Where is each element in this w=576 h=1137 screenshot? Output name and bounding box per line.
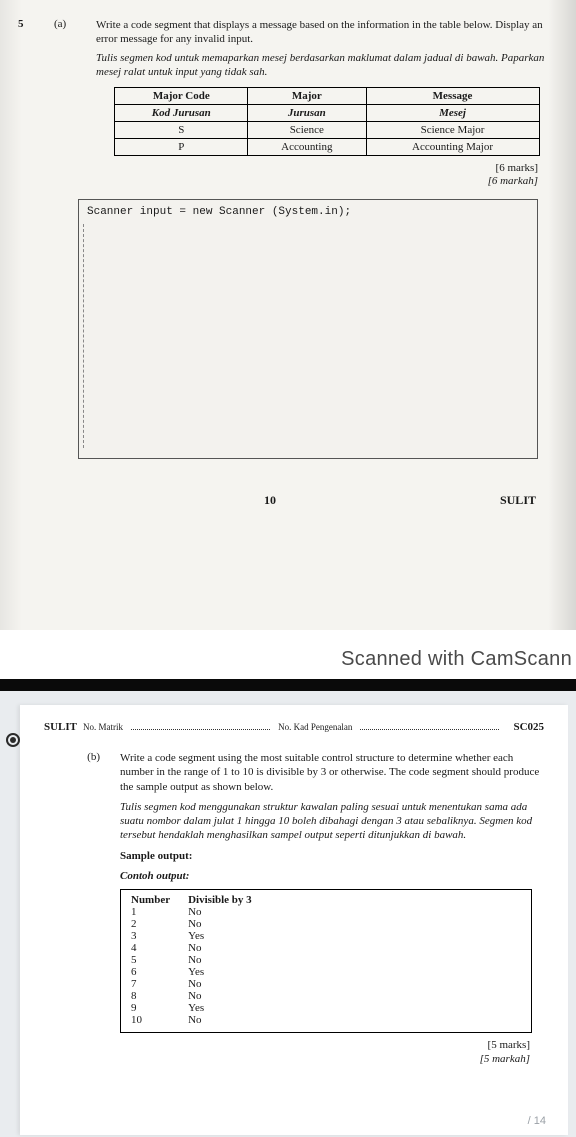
matrik-blank-line: [131, 721, 270, 730]
cell-major: Science: [248, 122, 366, 139]
th-mesej: Mesej: [366, 105, 539, 122]
separator-bar: [0, 679, 576, 691]
page-number: 10: [40, 493, 500, 508]
cell-d: No: [188, 918, 270, 930]
cell-n: 9: [131, 1002, 188, 1014]
page-2-wrapper: SULIT No. Matrik No. Kad Pengenalan SC02…: [0, 691, 576, 1137]
output-row: 6Yes: [131, 966, 270, 978]
marks-malay: [6 markah]: [96, 175, 538, 188]
cell-n: 10: [131, 1014, 188, 1026]
camscanner-watermark: Scanned with CamScann: [0, 630, 576, 679]
cell-d: Yes: [188, 930, 270, 942]
output-row: 9Yes: [131, 1002, 270, 1014]
table-row: S Science Science Major: [115, 122, 539, 139]
cell-code: S: [115, 122, 248, 139]
question-subpart: (a): [54, 18, 78, 193]
cell-d: No: [188, 954, 270, 966]
cell-d: Yes: [188, 1002, 270, 1014]
cell-d: No: [188, 990, 270, 1002]
question-subpart: (b): [44, 751, 104, 1066]
prompt-malay: Tulis segmen kod menggunakan struktur ka…: [120, 800, 544, 843]
cell-d: No: [188, 942, 270, 954]
page-1: 5 (a) Write a code segment that displays…: [0, 0, 576, 630]
code-line: Scanner input = new Scanner (System.in);: [87, 206, 351, 218]
label-no-matrik: No. Matrik: [83, 722, 123, 732]
question-body: Write a code segment using the most suit…: [120, 751, 544, 1066]
th-jurusan: Jurusan: [248, 105, 366, 122]
table-row: P Accounting Accounting Major: [115, 139, 539, 156]
output-row: 3Yes: [131, 930, 270, 942]
col-number: Number: [131, 894, 188, 906]
table-header-row-ms: Kod Jurusan Jurusan Mesej: [115, 105, 539, 122]
cell-d: No: [188, 906, 270, 918]
col-divisible: Divisible by 3: [188, 894, 270, 906]
marks-block: [6 marks] [6 markah]: [96, 162, 538, 188]
page-counter-badge: / 14: [528, 1115, 546, 1127]
kad-blank-line: [360, 721, 499, 730]
cell-n: 6: [131, 966, 188, 978]
cell-message: Science Major: [366, 122, 539, 139]
page2-header: SULIT No. Matrik No. Kad Pengenalan SC02…: [44, 721, 544, 733]
cell-n: 5: [131, 954, 188, 966]
table-header-row-en: Major Code Major Message: [115, 88, 539, 105]
question-5a: 5 (a) Write a code segment that displays…: [18, 18, 558, 193]
header-sulit: SULIT: [44, 721, 77, 733]
output-row: 7No: [131, 978, 270, 990]
output-row: 10No: [131, 1014, 270, 1026]
cell-code: P: [115, 139, 248, 156]
cell-major: Accounting: [248, 139, 366, 156]
cell-n: 2: [131, 918, 188, 930]
marks-block: [5 marks] [5 markah]: [120, 1039, 530, 1065]
footer-sulit: SULIT: [500, 493, 536, 508]
question-number: 5: [18, 18, 36, 193]
page-2: SULIT No. Matrik No. Kad Pengenalan SC02…: [20, 705, 568, 1135]
major-code-table: Major Code Major Message Kod Jurusan Jur…: [114, 87, 539, 156]
output-row: 5No: [131, 954, 270, 966]
page-footer: 10 SULIT: [40, 493, 536, 508]
cell-message: Accounting Major: [366, 139, 539, 156]
prompt-english: Write a code segment that displays a mes…: [96, 18, 558, 47]
marks-malay: [5 markah]: [120, 1053, 530, 1066]
course-code: SC025: [513, 721, 544, 733]
cell-n: 8: [131, 990, 188, 1002]
output-row: 1No: [131, 906, 270, 918]
cell-d: No: [188, 978, 270, 990]
output-header-row: Number Divisible by 3: [131, 894, 270, 906]
marks-english: [6 marks]: [96, 162, 538, 175]
answer-code-box: Scanner input = new Scanner (System.in);: [78, 199, 538, 459]
prompt-malay: Tulis segmen kod untuk memaparkan mesej …: [96, 51, 558, 80]
cell-d: No: [188, 1014, 270, 1026]
vertical-guide-line: [83, 224, 84, 448]
th-major-code: Major Code: [115, 88, 248, 105]
label-no-kad: No. Kad Pengenalan: [278, 722, 352, 732]
cell-d: Yes: [188, 966, 270, 978]
th-major: Major: [248, 88, 366, 105]
th-kod-jurusan: Kod Jurusan: [115, 105, 248, 122]
cell-n: 7: [131, 978, 188, 990]
marks-english: [5 marks]: [120, 1039, 530, 1052]
spiral-binding-icon: [6, 733, 20, 747]
output-row: 4No: [131, 942, 270, 954]
question-5b: (b) Write a code segment using the most …: [44, 751, 544, 1066]
cell-n: 1: [131, 906, 188, 918]
cell-n: 4: [131, 942, 188, 954]
th-message: Message: [366, 88, 539, 105]
question-body: Write a code segment that displays a mes…: [96, 18, 558, 193]
output-row: 2No: [131, 918, 270, 930]
sample-output-label-ms: Contoh output:: [120, 869, 544, 883]
cell-n: 3: [131, 930, 188, 942]
sample-output-table: Number Divisible by 3 1No 2No 3Yes 4No 5…: [131, 894, 270, 1026]
output-row: 8No: [131, 990, 270, 1002]
prompt-english: Write a code segment using the most suit…: [120, 751, 544, 794]
sample-output-box: Number Divisible by 3 1No 2No 3Yes 4No 5…: [120, 889, 532, 1033]
sample-output-label-en: Sample output:: [120, 849, 544, 863]
